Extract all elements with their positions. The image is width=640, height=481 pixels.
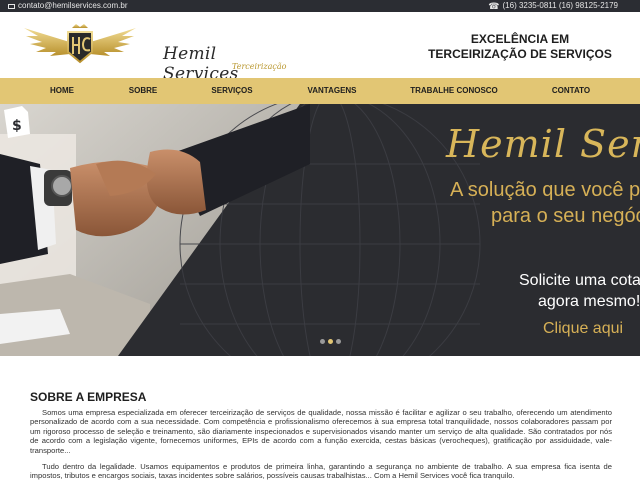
contact-phones-text: (16) 3235-0811 (16) 98125-2179 <box>502 1 619 10</box>
nav-sobre[interactable]: SOBRE <box>129 78 157 104</box>
hero-cta-line-2: agora mesmo! <box>538 293 640 310</box>
about-paragraph-2: Tudo dentro da legalidade. Usamos equipa… <box>30 462 612 481</box>
nav-servicos[interactable]: SERVIÇOS <box>211 78 252 104</box>
nav-trabalhe-conosco[interactable]: TRABALHE CONOSCO <box>410 78 498 104</box>
about-title: SOBRE A EMPRESA <box>30 390 147 404</box>
hero-slider[interactable]: Hemil Services A solução que você procur… <box>0 104 640 356</box>
hero-click-link[interactable]: Clique aqui <box>543 320 623 338</box>
contact-phones: ☎ (16) 3235-0811 (16) 98125-2179 <box>488 0 618 12</box>
hero-headline-1: A solução que você procura <box>450 179 640 201</box>
site-logo[interactable]: Hemil Services Terceirização <box>20 20 286 84</box>
phone-icon: ☎ <box>488 1 500 11</box>
logo-subtitle: Terceirização <box>232 62 287 71</box>
hero-cta-line-1: Solicite uma cotação <box>519 272 640 289</box>
slider-dot-2[interactable] <box>328 339 333 344</box>
nav-vantagens[interactable]: VANTAGENS <box>307 78 356 104</box>
top-contact-bar: contato@hemilservices.com.br ☎ (16) 3235… <box>0 0 640 12</box>
document-dollar-icon: $ <box>4 106 30 138</box>
tagline-line-2: TERCEIRIZAÇÃO DE SERVIÇOS <box>428 47 612 61</box>
hero-headline-2: para o seu negócio <box>491 205 640 227</box>
slider-dot-1[interactable] <box>320 339 325 344</box>
site-header: Hemil Services Terceirização EXCELÊNCIA … <box>0 12 640 84</box>
envelope-icon <box>8 3 15 9</box>
main-nav: HOME SOBRE SERVIÇOS VANTAGENS TRABALHE C… <box>0 78 640 104</box>
slider-dot-3[interactable] <box>336 339 341 344</box>
header-tagline: EXCELÊNCIA EM TERCEIRIZAÇÃO DE SERVIÇOS <box>420 32 620 62</box>
slider-dots <box>320 339 341 344</box>
about-section: SOBRE A EMPRESA Somos uma empresa especi… <box>0 356 640 480</box>
tagline-line-1: EXCELÊNCIA EM <box>470 32 570 46</box>
contact-email-text[interactable]: contato@hemilservices.com.br <box>18 0 128 12</box>
contact-email[interactable]: contato@hemilservices.com.br <box>8 0 128 12</box>
about-paragraph-1: Somos uma empresa especializada em ofere… <box>30 408 612 455</box>
winged-crest-icon <box>24 24 136 64</box>
nav-contato[interactable]: CONTATO <box>552 78 590 104</box>
hero-script-title: Hemil Services <box>446 122 640 166</box>
nav-home[interactable]: HOME <box>50 78 74 104</box>
svg-text:$: $ <box>12 118 22 134</box>
